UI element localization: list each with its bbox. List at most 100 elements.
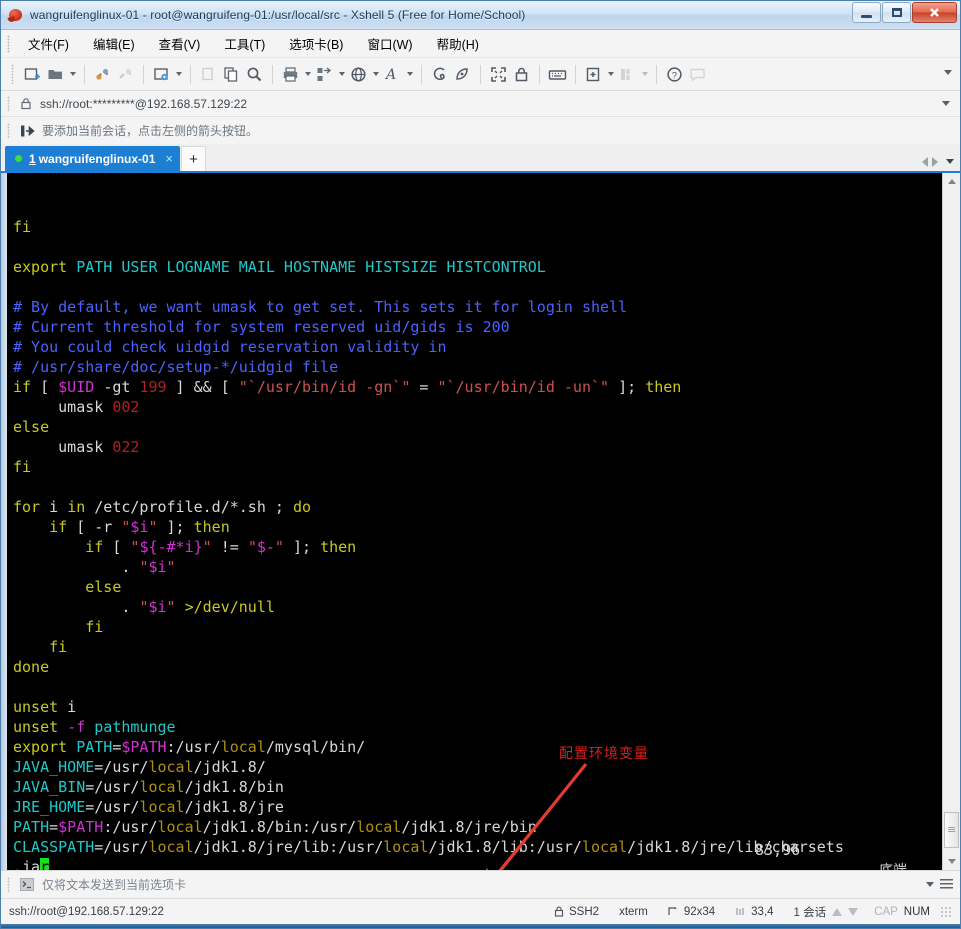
session-properties-caret[interactable] [173, 63, 184, 86]
cursor-position-icon [735, 906, 746, 917]
window-title: wangruifenglinux-01 - root@wangruifeng-0… [30, 8, 526, 22]
toolbar: A ? [1, 58, 960, 91]
terminal-text: =/usr/ [94, 838, 149, 856]
terminal-scrollbar[interactable] [942, 173, 960, 870]
menu-edit[interactable]: 编辑(E) [83, 31, 145, 56]
scrollbar-thumb[interactable] [944, 812, 959, 848]
font-icon[interactable]: A [381, 63, 404, 86]
terminal-text: = [410, 378, 438, 396]
fullscreen-icon[interactable] [487, 63, 510, 86]
terminal-line: else [13, 577, 942, 597]
maximize-button[interactable] [882, 2, 911, 23]
terminal-screen[interactable]: fi export PATH USER LOGNAME MAIL HOSTNAM… [7, 173, 942, 870]
menu-help[interactable]: 帮助(H) [427, 31, 489, 56]
title-bar: wangruifenglinux-01 - root@wangruifeng-0… [1, 1, 960, 30]
help-icon[interactable]: ? [663, 63, 686, 86]
status-sessions[interactable]: 1 会话 [794, 904, 827, 920]
session-properties-icon[interactable] [150, 63, 173, 86]
tab-list-caret-icon[interactable] [946, 159, 954, 164]
new-tab-button[interactable]: + [180, 146, 206, 171]
hintbar-grip[interactable] [7, 122, 10, 139]
menu-view[interactable]: 查看(V) [149, 31, 211, 56]
keyboard-icon[interactable] [546, 63, 569, 86]
terminal-text: for [13, 498, 41, 516]
add-session-icon[interactable] [20, 124, 35, 138]
status-cursor[interactable]: 33,4 [735, 906, 774, 918]
terminal-text: # Current threshold for system reserved … [13, 318, 510, 336]
font-caret[interactable] [404, 63, 415, 86]
file-transfer-caret[interactable] [336, 63, 347, 86]
tunnel-icon[interactable] [451, 63, 474, 86]
terminal-text: =/usr/ [94, 758, 149, 776]
terminal-text: "`/usr/bin/id -un`" [437, 378, 610, 396]
terminal-text: " [166, 558, 176, 576]
terminal-text: then [645, 378, 682, 396]
scroll-up-arrow-icon[interactable] [943, 173, 960, 190]
find-icon[interactable] [243, 63, 266, 86]
terminal-text: PATH [76, 738, 113, 756]
lock-icon[interactable] [510, 63, 533, 86]
toolbar-separator [656, 64, 657, 84]
open-folder-icon[interactable] [44, 63, 67, 86]
print-icon[interactable] [279, 63, 302, 86]
print-caret[interactable] [302, 63, 313, 86]
trace-icon[interactable] [428, 63, 451, 86]
open-folder-caret[interactable] [67, 63, 78, 86]
minimize-button[interactable] [852, 2, 881, 23]
status-protocol[interactable]: SSH2 [554, 906, 599, 918]
connect-icon[interactable] [91, 63, 114, 86]
toolbar-overflow-caret[interactable] [944, 70, 952, 75]
menu-tools[interactable]: 工具(T) [214, 31, 275, 56]
send-to-caret-icon[interactable] [926, 882, 934, 887]
close-button[interactable] [912, 2, 957, 23]
globe-caret[interactable] [370, 63, 381, 86]
status-num-indicator: NUM [903, 905, 930, 918]
menu-window[interactable]: 窗口(W) [357, 31, 422, 56]
status-protocol-label: SSH2 [569, 905, 600, 918]
send-to-menu-icon[interactable] [940, 879, 953, 890]
terminal-text: i [40, 498, 68, 516]
terminal-text: then [193, 518, 230, 536]
resize-grip[interactable] [940, 905, 952, 918]
new-window-icon[interactable] [582, 63, 605, 86]
terminal-text: local [139, 778, 185, 796]
terminal-text: else [13, 418, 50, 436]
file-transfer-icon[interactable] [313, 63, 336, 86]
terminal-line: done [13, 657, 942, 677]
globe-icon[interactable] [347, 63, 370, 86]
vim-scroll-indicator: 底端 [879, 862, 907, 870]
addressbar-grip[interactable] [7, 95, 10, 112]
tab-close-icon[interactable]: × [165, 152, 173, 165]
terminal-text: fi [13, 458, 32, 476]
tab-prev-arrow-icon[interactable] [922, 157, 928, 167]
tab-wangruifenglinux-01[interactable]: 1 wangruifenglinux-01 × [5, 146, 180, 171]
send-to-bar: 仅将文本发送到当前选项卡 [1, 870, 960, 898]
vim-cursor-position: 83,96 [755, 841, 801, 859]
tab-next-arrow-icon[interactable] [932, 157, 938, 167]
terminal-text: 022 [112, 438, 140, 456]
tab-bar: 1 wangruifenglinux-01 × + [1, 144, 960, 173]
new-session-icon[interactable] [21, 63, 44, 86]
address-input[interactable]: ssh://root:*********@192.168.57.129:22 [40, 97, 247, 111]
menubar-grip[interactable] [7, 34, 10, 53]
status-size[interactable]: 92x34 [668, 906, 715, 918]
menu-file[interactable]: 文件(F) [18, 31, 79, 56]
sendbar-grip[interactable] [7, 876, 10, 893]
terminal-text: JAVA_HOME [13, 758, 95, 776]
window-controls [852, 2, 957, 23]
menu-tabs[interactable]: 选项卡(B) [279, 31, 353, 56]
toolbar-grip[interactable] [11, 64, 14, 84]
scroll-down-arrow-icon[interactable] [943, 853, 960, 870]
address-dropdown-caret[interactable] [942, 101, 950, 106]
terminal-text: ]; [609, 378, 646, 396]
feedback-icon [686, 63, 709, 86]
terminal-line: fi [13, 637, 942, 657]
terminal-text: i [58, 698, 77, 716]
new-window-caret[interactable] [605, 63, 616, 86]
terminal-text: -gt [103, 378, 131, 396]
status-terminal-type[interactable]: xterm [619, 906, 648, 918]
toolbar-separator [143, 64, 144, 84]
terminal-text: " [202, 538, 212, 556]
copy-icon[interactable] [220, 63, 243, 86]
